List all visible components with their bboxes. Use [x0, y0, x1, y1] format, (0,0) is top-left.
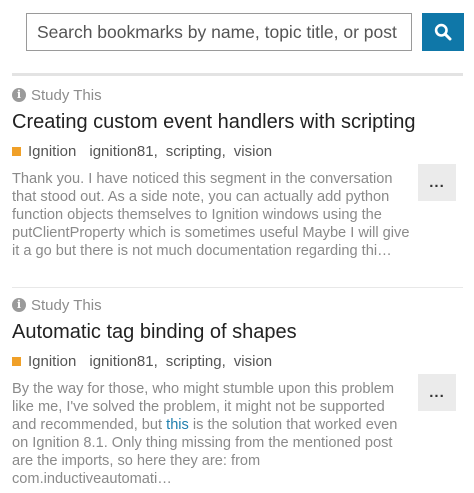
tag-link[interactable]: ignition81 [89, 143, 153, 160]
bookmark-excerpt[interactable]: Thank you. I have noticed this segment i… [12, 170, 410, 260]
bookmark-item: i Study This Automatic tag binding of sh… [12, 296, 464, 488]
info-icon: i [12, 298, 26, 312]
tag-link[interactable]: ignition81 [89, 353, 153, 370]
tag-separator: , [221, 352, 226, 370]
info-icon: i [12, 88, 26, 102]
search-icon [434, 23, 452, 41]
bookmark-title-link[interactable]: Creating custom event handlers with scri… [12, 111, 416, 134]
tag-link[interactable]: scripting [166, 353, 222, 370]
bookmark-label-row: i Study This [12, 296, 102, 314]
excerpt-link[interactable]: this [166, 417, 189, 433]
tag-separator: , [153, 352, 158, 370]
category-color-badge [12, 146, 21, 156]
bookmark-tags-row: Ignition ignition81, scripting, vision [12, 142, 272, 160]
bookmark-item: i Study This Creating custom event handl… [12, 86, 464, 276]
search-input[interactable] [26, 13, 412, 51]
bookmark-divider [12, 287, 463, 288]
bookmark-label-row: i Study This [12, 86, 102, 104]
bookmark-label: Study This [31, 86, 102, 104]
more-options-button[interactable]: ... [418, 164, 456, 201]
bookmark-tags-row: Ignition ignition81, scripting, vision [12, 352, 272, 370]
more-options-button[interactable]: ... [418, 374, 456, 411]
bookmark-title-link[interactable]: Automatic tag binding of shapes [12, 321, 297, 344]
bookmark-label: Study This [31, 296, 102, 314]
tag-link[interactable]: vision [234, 143, 272, 160]
tag-separator: , [153, 142, 158, 160]
bookmark-excerpt[interactable]: By the way for those, who might stumble … [12, 380, 410, 488]
tag-separator: , [221, 142, 226, 160]
tag-link[interactable]: vision [234, 353, 272, 370]
category-link[interactable]: Ignition [28, 143, 76, 160]
top-divider [12, 73, 463, 76]
tag-link[interactable]: scripting [166, 143, 222, 160]
category-color-badge [12, 356, 21, 366]
search-button[interactable] [422, 13, 464, 51]
bookmark-search-bar [26, 13, 464, 52]
category-link[interactable]: Ignition [28, 353, 76, 370]
